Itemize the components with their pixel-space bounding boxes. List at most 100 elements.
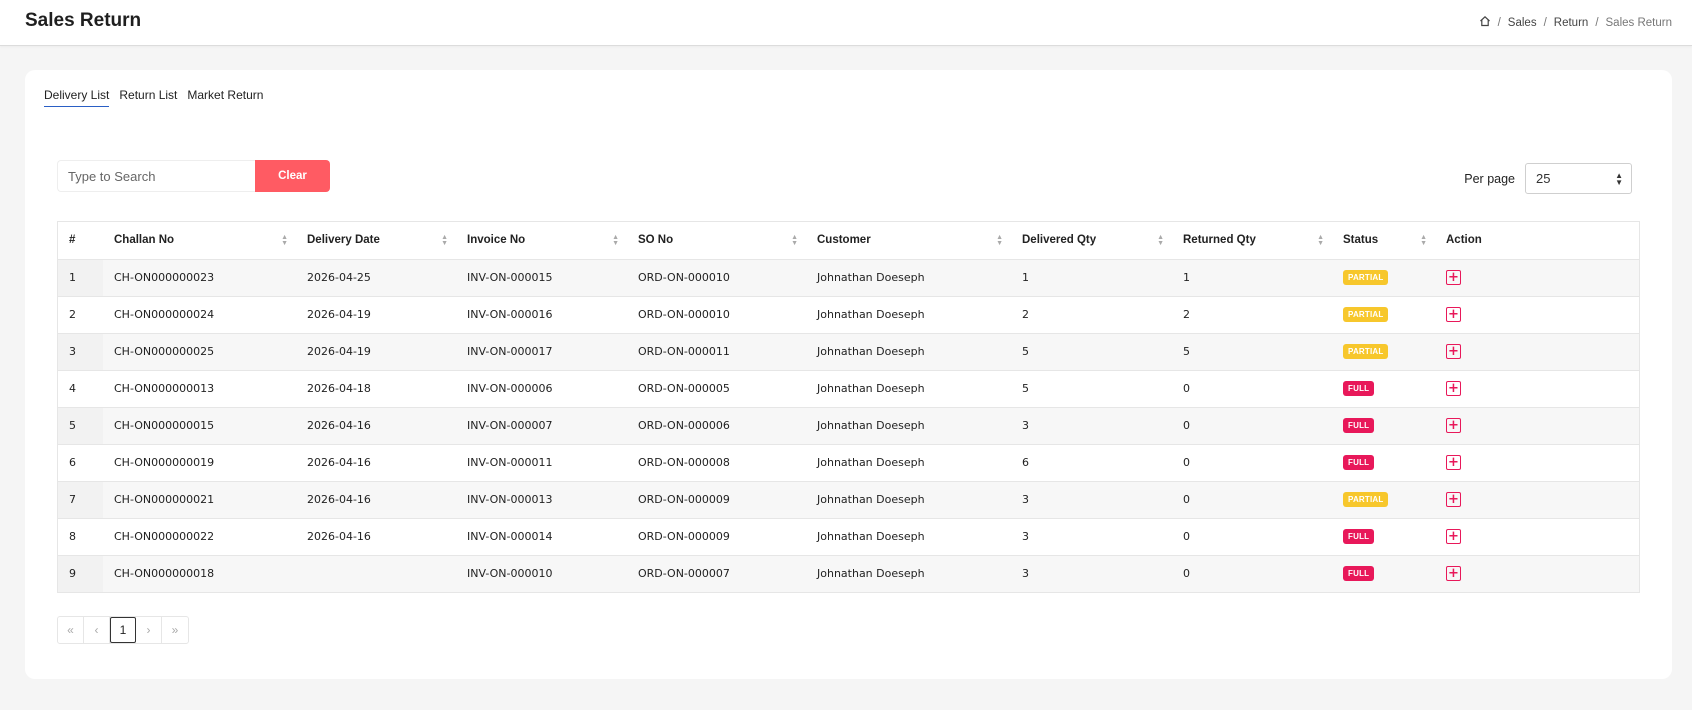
clear-button[interactable]: Clear [255,160,330,192]
add-return-icon[interactable]: + [1446,418,1461,433]
cell-so-no: ORD-ON-000009 [627,518,806,556]
col-header-so-no[interactable]: SO No ▲ ▼ [627,222,806,260]
add-return-icon[interactable]: + [1446,270,1461,285]
tab-return-list[interactable]: Return List [119,88,177,107]
cell-invoice-no: INV-ON-000015 [456,259,627,297]
page-first-button[interactable]: « [58,617,84,643]
cell-challan-no: CH-ON000000018 [103,555,296,592]
table-row: 7 CH-ON000000021 2026-04-16 INV-ON-000013 OR… [58,481,1639,519]
cell-customer: Johnathan Doeseph [806,518,1011,556]
cell-delivery-date: 2026-04-19 [296,296,456,334]
sort-icon: ▲ ▼ [996,234,1003,247]
col-header-customer[interactable]: Customer ▲ ▼ [806,222,1011,260]
cell-status: PARTIAL [1332,296,1435,334]
cell-action: + [1435,481,1639,519]
tab-market-return[interactable]: Market Return [187,88,263,107]
status-badge: FULL [1343,529,1375,544]
sort-icon: ▲ ▼ [612,234,619,247]
cell-invoice-no: INV-ON-000016 [456,296,627,334]
per-page-value: 25 [1536,171,1551,186]
col-header-challan-no[interactable]: Challan No ▲ ▼ [103,222,296,260]
table-row: 1 CH-ON000000023 2026-04-25 INV-ON-000015 OR… [58,259,1639,297]
cell-customer: Johnathan Doeseph [806,444,1011,482]
page-title: Sales Return [25,10,142,31]
cell-action: + [1435,333,1639,371]
cell-so-no: ORD-ON-000010 [627,259,806,297]
cell-customer: Johnathan Doeseph [806,555,1011,592]
cell-delivery-date: 2026-04-19 [296,333,456,371]
col-header-returned-qty[interactable]: Returned Qty ▲ ▼ [1172,222,1332,260]
cell-customer: Johnathan Doeseph [806,333,1011,371]
status-badge: FULL [1343,455,1375,470]
status-badge: FULL [1343,566,1375,582]
page-last-button[interactable]: » [162,617,188,643]
cell-action: + [1435,407,1639,445]
add-return-icon[interactable]: + [1446,381,1461,396]
col-header-invoice-no[interactable]: Invoice No ▲ ▼ [456,222,627,260]
cell-returned-qty: 1 [1172,259,1332,297]
sort-icon: ▲ ▼ [281,234,288,247]
cell-action: + [1435,555,1639,592]
table-row: 5 CH-ON000000015 2026-04-16 INV-ON-000007 OR… [58,407,1639,445]
add-return-icon[interactable]: + [1446,492,1461,507]
breadcrumb-return[interactable]: Return [1554,17,1589,29]
breadcrumb-separator: / [1497,16,1501,29]
search-input[interactable] [57,160,255,192]
breadcrumb-sales[interactable]: Sales [1508,17,1537,29]
cell-index: 9 [58,555,103,592]
cell-challan-no: CH-ON000000025 [103,333,296,371]
cell-returned-qty: 5 [1172,333,1332,371]
col-header-delivery-date[interactable]: Delivery Date ▲ ▼ [296,222,456,260]
tab-delivery-list[interactable]: Delivery List [44,88,110,107]
col-header-status[interactable]: Status ▲ ▼ [1332,222,1435,260]
top-header: Sales Return / Sales / Return / Sales Re… [0,0,1692,46]
add-return-icon[interactable]: + [1446,455,1461,470]
cell-status: FULL [1332,444,1435,482]
col-header-delivered-qty[interactable]: Delivered Qty ▲ ▼ [1011,222,1172,260]
cell-invoice-no: INV-ON-000014 [456,518,627,556]
cell-customer: Johnathan Doeseph [806,259,1011,297]
cell-action: + [1435,296,1639,334]
cell-returned-qty: 0 [1172,407,1332,445]
sort-icon: ▲ ▼ [1157,234,1164,247]
cell-invoice-no: INV-ON-000013 [456,481,627,519]
cell-index: 8 [58,518,103,556]
cell-delivery-date: 2026-04-16 [296,444,456,482]
status-badge: PARTIAL [1343,492,1389,507]
page-prev-button[interactable]: ‹ [84,617,110,643]
cell-returned-qty: 0 [1172,444,1332,482]
cell-action: + [1435,259,1639,297]
add-return-icon[interactable]: + [1446,529,1461,544]
cell-customer: Johnathan Doeseph [806,370,1011,408]
breadcrumb-separator: / [1595,16,1599,29]
table-row: 4 CH-ON000000013 2026-04-18 INV-ON-000006 OR… [58,370,1639,408]
per-page-label: Per page [1464,171,1515,186]
breadcrumb: / Sales / Return / Sales Return [1479,15,1672,30]
cell-index: 6 [58,444,103,482]
cell-delivered-qty: 3 [1011,555,1172,592]
cell-delivered-qty: 3 [1011,481,1172,519]
page-current-button[interactable]: 1 [110,617,136,643]
per-page-select[interactable]: 25 ▲ ▼ [1525,163,1632,194]
cell-index: 3 [58,333,103,371]
page-next-button[interactable]: › [136,617,162,643]
cell-so-no: ORD-ON-000007 [627,555,806,592]
cell-status: FULL [1332,407,1435,445]
home-icon[interactable] [1479,15,1491,30]
per-page-control: Per page 25 ▲ ▼ [1464,163,1632,194]
cell-returned-qty: 0 [1172,370,1332,408]
add-return-icon[interactable]: + [1446,344,1461,359]
add-return-icon[interactable]: + [1446,307,1461,322]
cell-challan-no: CH-ON000000023 [103,259,296,297]
cell-action: + [1435,444,1639,482]
sort-icon: ▲ ▼ [1420,234,1427,247]
status-badge: FULL [1343,418,1375,433]
add-return-icon[interactable]: + [1446,566,1461,582]
cell-status: PARTIAL [1332,333,1435,371]
cell-status: FULL [1332,555,1435,592]
table-header-row: # Challan No ▲ ▼ Delivery Date ▲ ▼ Invoice N… [58,222,1639,260]
cell-status: PARTIAL [1332,259,1435,297]
sort-icon: ▲ ▼ [441,234,448,247]
select-arrows-icon: ▲ ▼ [1615,170,1623,187]
cell-index: 4 [58,370,103,408]
